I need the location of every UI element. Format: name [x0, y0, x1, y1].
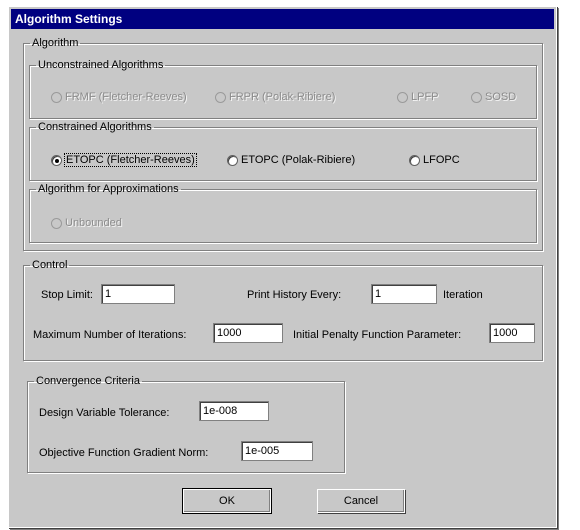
constrained-legend: Constrained Algorithms: [38, 121, 152, 133]
radio-unbounded[interactable]: Unbounded: [51, 217, 122, 229]
print-history-label: Print History Every:: [247, 289, 342, 301]
convergence-legend: Convergence Criteria: [36, 375, 140, 387]
approximations-legend: Algorithm for Approximations: [38, 183, 179, 195]
radio-frmf[interactable]: FRMF (Fletcher-Reeves): [51, 91, 187, 103]
radio-label: FRMF (Fletcher-Reeves): [65, 91, 187, 103]
radio-label: FRPR (Polak-Ribiere): [229, 91, 336, 103]
ok-button[interactable]: OK: [182, 488, 272, 514]
print-history-input[interactable]: [371, 284, 437, 304]
constrained-group: Constrained Algorithms: [29, 121, 537, 181]
radio-lfopc[interactable]: LFOPC: [409, 154, 460, 166]
cancel-button[interactable]: Cancel: [317, 489, 405, 513]
radio-etopc-pr[interactable]: ETOPC (Polak-Ribiere): [227, 154, 355, 166]
radio-lpfp[interactable]: LPFP: [397, 91, 439, 103]
gradient-norm-input[interactable]: [241, 441, 313, 461]
stop-limit-label: Stop Limit:: [41, 289, 93, 301]
unconstrained-legend: Unconstrained Algorithms: [38, 59, 164, 71]
design-tolerance-label: Design Variable Tolerance:: [39, 407, 170, 419]
gradient-norm-label: Objective Function Gradient Norm:: [39, 447, 209, 459]
algorithm-settings-dialog: Algorithm Settings Algorithm Unconstrain…: [8, 6, 557, 528]
iteration-suffix: Iteration: [443, 289, 483, 301]
radio-indicator: [471, 91, 482, 103]
max-iterations-input[interactable]: [213, 323, 283, 343]
control-legend: Control: [32, 259, 68, 271]
radio-indicator: [51, 154, 62, 166]
radio-label: LPFP: [411, 91, 439, 103]
radio-label: SOSD: [485, 91, 517, 103]
stop-limit-input[interactable]: [101, 284, 175, 304]
radio-label: LFOPC: [423, 154, 460, 166]
control-group: Control: [23, 259, 543, 361]
radio-indicator: [51, 217, 62, 229]
radio-indicator: [215, 91, 226, 103]
radio-indicator: [51, 91, 62, 103]
radio-label: Unbounded: [65, 217, 122, 229]
penalty-label: Initial Penalty Function Parameter:: [293, 329, 462, 341]
radio-label: ETOPC (Fletcher-Reeves): [64, 153, 197, 167]
title-bar: Algorithm Settings: [11, 9, 554, 29]
radio-frpr[interactable]: FRPR (Polak-Ribiere): [215, 91, 335, 103]
max-iterations-label: Maximum Number of Iterations:: [33, 329, 187, 341]
radio-label: ETOPC (Polak-Ribiere): [241, 154, 356, 166]
unconstrained-group: Unconstrained Algorithms: [29, 59, 537, 119]
design-tolerance-input[interactable]: [199, 401, 269, 421]
approximations-group: Algorithm for Approximations: [29, 183, 537, 243]
penalty-input[interactable]: [489, 323, 535, 343]
radio-sosd[interactable]: SOSD: [471, 91, 516, 103]
radio-indicator: [397, 91, 408, 103]
radio-indicator: [409, 154, 420, 166]
radio-etopc-fr[interactable]: ETOPC (Fletcher-Reeves): [51, 153, 197, 167]
algorithm-legend: Algorithm: [32, 37, 79, 49]
radio-indicator: [227, 154, 238, 166]
